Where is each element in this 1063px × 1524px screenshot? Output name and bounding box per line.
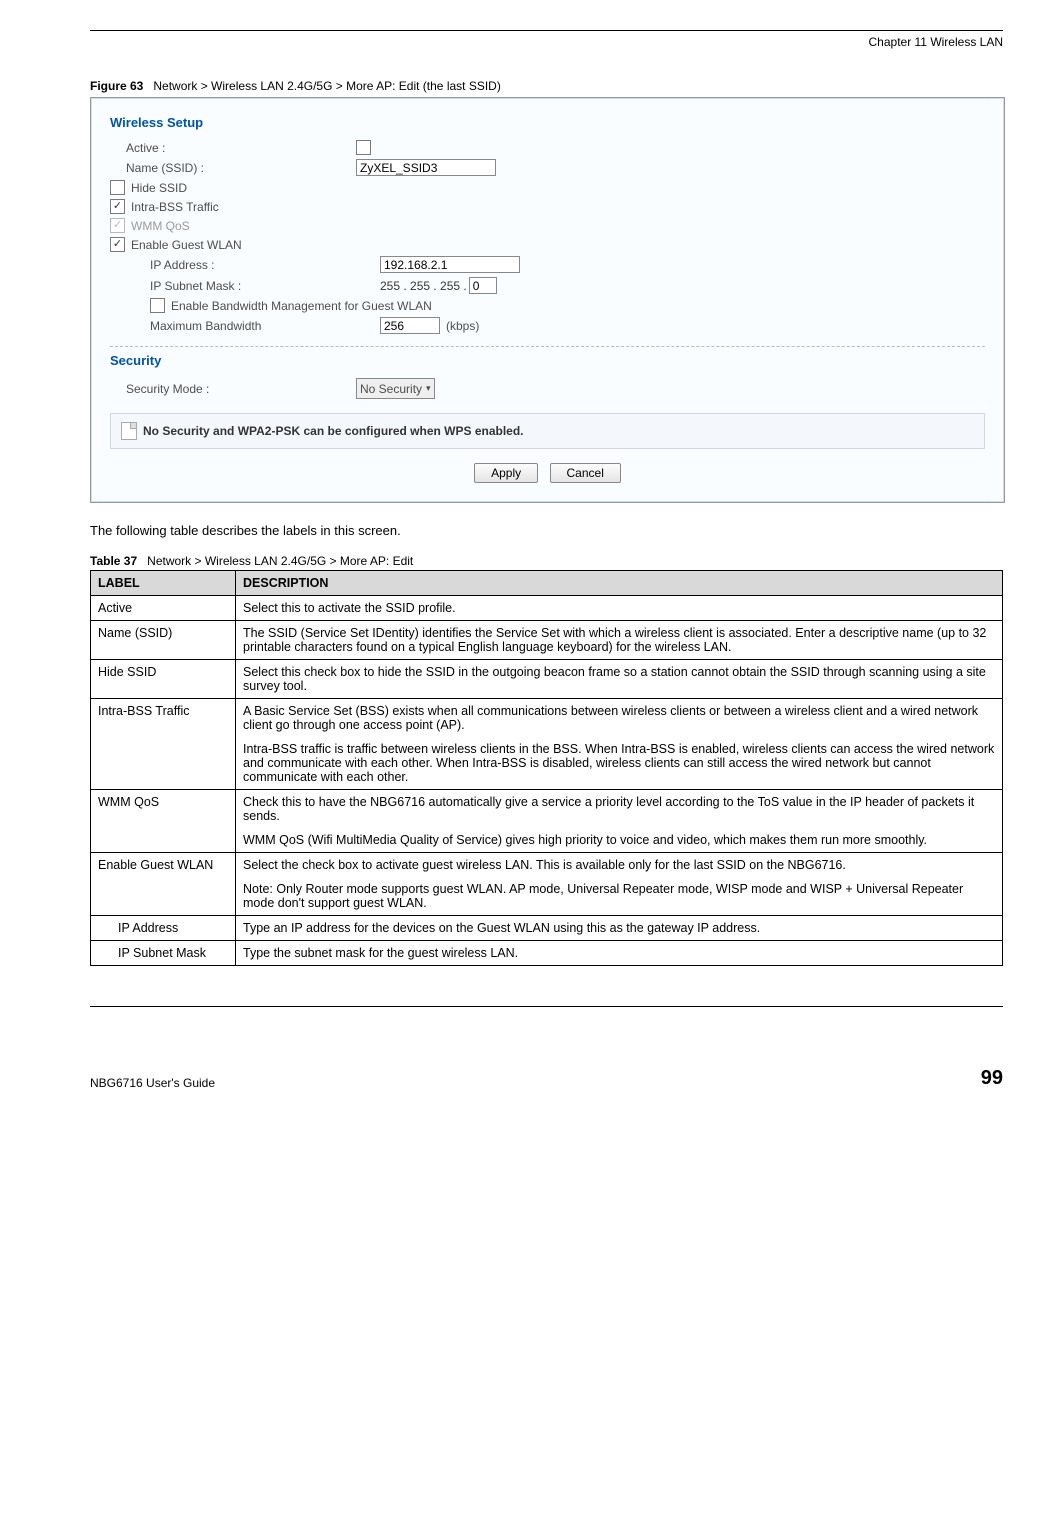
wps-note-box: No Security and WPA2-PSK can be configur… (110, 413, 985, 449)
chapter-header: Chapter 11 Wireless LAN (90, 35, 1003, 49)
active-checkbox[interactable] (356, 140, 371, 155)
bwm-checkbox[interactable] (150, 298, 165, 313)
screenshot-figure: Wireless Setup Active : Name (SSID) : Hi… (90, 97, 1005, 503)
footer-rule (90, 1006, 1003, 1007)
intra-bss-label: Intra-BSS Traffic (131, 200, 219, 214)
max-bw-unit: (kbps) (446, 319, 479, 333)
table-header-label: LABEL (91, 571, 236, 596)
row-desc: Check this to have the NBG6716 automatic… (236, 790, 1003, 853)
security-mode-select[interactable]: No Security ▾ (356, 378, 435, 399)
table-caption: Table 37 Network > Wireless LAN 2.4G/5G … (90, 554, 1003, 568)
row-label: IP Address (91, 916, 236, 941)
table-header-desc: DESCRIPTION (236, 571, 1003, 596)
table-label: Table 37 (90, 554, 137, 568)
intro-text: The following table describes the labels… (90, 523, 1003, 538)
page-number: 99 (981, 1067, 1003, 1090)
subnet-prefix: 255 . 255 . 255 . (380, 279, 467, 293)
table-row: Name (SSID) The SSID (Service Set IDenti… (91, 621, 1003, 660)
row-desc: The SSID (Service Set IDentity) identifi… (236, 621, 1003, 660)
intra-bss-checkbox[interactable] (110, 199, 125, 214)
wireless-setup-title: Wireless Setup (110, 115, 985, 130)
footer-guide: NBG6716 User's Guide (90, 1076, 215, 1090)
row-desc: A Basic Service Set (BSS) exists when al… (236, 699, 1003, 790)
row-label: Intra-BSS Traffic (91, 699, 236, 790)
max-bw-input[interactable] (380, 317, 440, 334)
ip-address-label: IP Address : (110, 258, 380, 272)
table-caption-text: Network > Wireless LAN 2.4G/5G > More AP… (147, 554, 413, 568)
description-table: LABEL DESCRIPTION Active Select this to … (90, 570, 1003, 966)
figure-caption: Figure 63 Network > Wireless LAN 2.4G/5G… (90, 79, 1003, 93)
wmm-checkbox (110, 218, 125, 233)
table-header-row: LABEL DESCRIPTION (91, 571, 1003, 596)
table-row: Enable Guest WLAN Select the check box t… (91, 853, 1003, 916)
cancel-button[interactable]: Cancel (550, 463, 621, 483)
ip-address-input[interactable] (380, 256, 520, 273)
guest-wlan-label: Enable Guest WLAN (131, 238, 242, 252)
subnet-last-input[interactable] (469, 277, 497, 294)
row-label: Hide SSID (91, 660, 236, 699)
active-label: Active : (110, 141, 356, 155)
max-bw-label: Maximum Bandwidth (110, 319, 380, 333)
wps-note-text: No Security and WPA2-PSK can be configur… (143, 424, 524, 438)
hide-ssid-label: Hide SSID (131, 181, 187, 195)
figure-label: Figure 63 (90, 79, 143, 93)
hide-ssid-checkbox[interactable] (110, 180, 125, 195)
row-desc: Type an IP address for the devices on th… (236, 916, 1003, 941)
table-row: IP Subnet Mask Type the subnet mask for … (91, 941, 1003, 966)
row-label: Name (SSID) (91, 621, 236, 660)
wmm-label: WMM QoS (131, 219, 190, 233)
row-label: IP Subnet Mask (91, 941, 236, 966)
row-desc: Select the check box to activate guest w… (236, 853, 1003, 916)
row-desc: Select this check box to hide the SSID i… (236, 660, 1003, 699)
figure-caption-text: Network > Wireless LAN 2.4G/5G > More AP… (153, 79, 500, 93)
table-row: Active Select this to activate the SSID … (91, 596, 1003, 621)
page-footer: NBG6716 User's Guide 99 (90, 1067, 1003, 1090)
chevron-down-icon: ▾ (426, 383, 431, 394)
table-row: IP Address Type an IP address for the de… (91, 916, 1003, 941)
header-rule (90, 30, 1003, 31)
table-row: Intra-BSS Traffic A Basic Service Set (B… (91, 699, 1003, 790)
apply-button[interactable]: Apply (474, 463, 538, 483)
subnet-label: IP Subnet Mask : (110, 279, 380, 293)
table-row: WMM QoS Check this to have the NBG6716 a… (91, 790, 1003, 853)
row-label: WMM QoS (91, 790, 236, 853)
row-desc: Type the subnet mask for the guest wirel… (236, 941, 1003, 966)
row-label: Enable Guest WLAN (91, 853, 236, 916)
security-mode-label: Security Mode : (110, 382, 356, 396)
ssid-label: Name (SSID) : (110, 161, 356, 175)
security-title: Security (110, 353, 985, 368)
guest-wlan-checkbox[interactable] (110, 237, 125, 252)
row-desc: Select this to activate the SSID profile… (236, 596, 1003, 621)
note-icon (121, 422, 137, 440)
bwm-label: Enable Bandwidth Management for Guest WL… (171, 299, 432, 313)
ssid-input[interactable] (356, 159, 496, 176)
row-label: Active (91, 596, 236, 621)
table-row: Hide SSID Select this check box to hide … (91, 660, 1003, 699)
section-divider (110, 346, 985, 347)
security-mode-value: No Security (360, 382, 422, 396)
